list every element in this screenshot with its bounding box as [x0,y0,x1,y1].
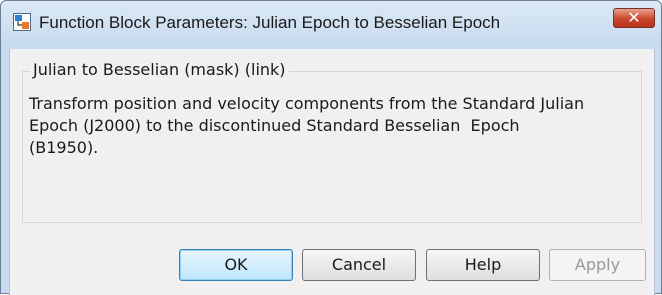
ok-button[interactable]: OK [179,249,293,281]
cancel-button[interactable]: Cancel [302,249,416,281]
mask-group-title: Julian to Besselian (mask) (link) [30,60,289,79]
close-icon: ✕ [627,8,641,27]
close-button[interactable]: ✕ [613,8,655,28]
window-title: Function Block Parameters: Julian Epoch … [39,13,501,32]
title-bar[interactable]: Function Block Parameters: Julian Epoch … [1,1,661,47]
mask-description: Transform position and velocity componen… [29,94,585,157]
dialog-window: Function Block Parameters: Julian Epoch … [0,0,662,295]
simulink-block-icon [13,13,31,31]
dialog-body: Julian to Besselian (mask) (link) Transf… [9,49,655,295]
apply-button[interactable]: Apply [549,249,646,281]
help-button[interactable]: Help [426,249,540,281]
